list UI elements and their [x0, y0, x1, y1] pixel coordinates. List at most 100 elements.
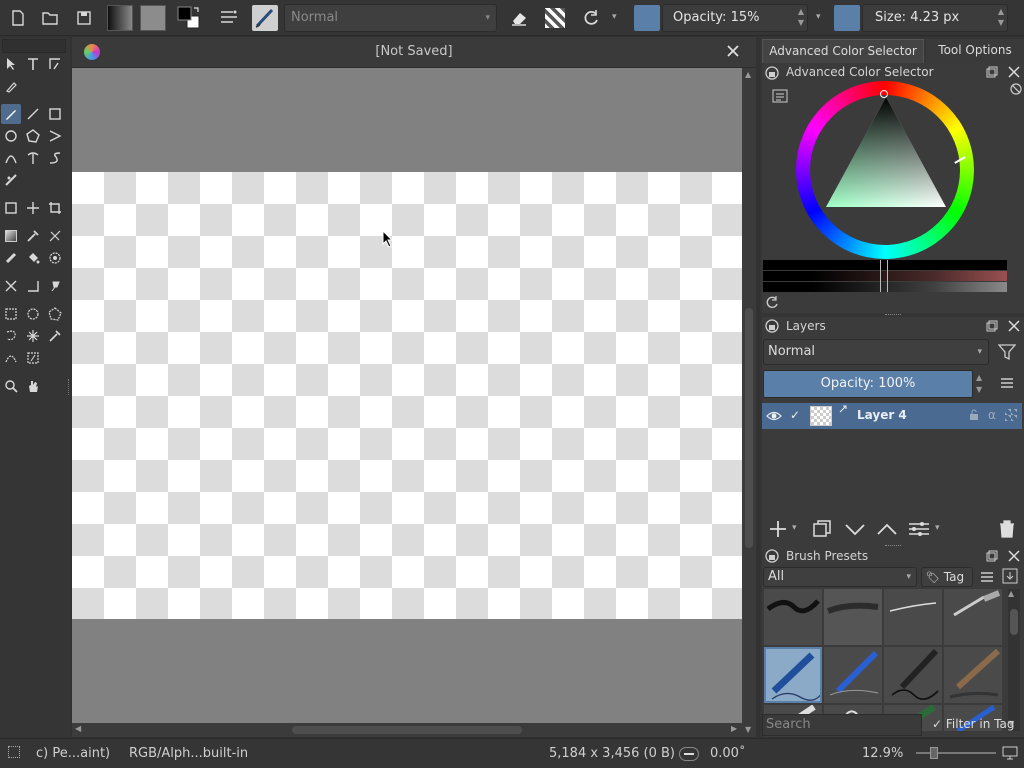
visibility-eye-icon[interactable] [766, 409, 782, 423]
new-document-icon[interactable] [4, 4, 32, 32]
lock-icon[interactable] [765, 66, 779, 80]
bezier-select-icon[interactable] [1, 348, 21, 368]
eraser-icon[interactable] [505, 4, 533, 32]
brush-preset-item-selected[interactable] [764, 647, 822, 703]
pan-tool-icon[interactable] [23, 376, 43, 396]
brush-preset-item[interactable] [944, 589, 1002, 645]
lock-icon[interactable] [765, 319, 779, 333]
layer-checkbox-icon[interactable]: ✓ [790, 408, 800, 422]
layer-properties-icon[interactable] [908, 519, 930, 539]
rect-select-icon[interactable] [1, 304, 21, 324]
close-icon[interactable] [1008, 320, 1020, 332]
selection-icon[interactable] [8, 746, 20, 758]
line-tool-icon[interactable] [23, 104, 43, 124]
refresh-icon[interactable] [765, 295, 779, 309]
zoom-slider[interactable] [916, 747, 996, 759]
chevron-down-icon[interactable]: ▾ [612, 12, 617, 22]
measure-tool-icon[interactable] [23, 276, 43, 296]
brush-preset-icon[interactable] [251, 4, 279, 32]
add-layer-icon[interactable] [768, 519, 788, 539]
chevron-down-icon[interactable]: ▾ [935, 523, 940, 533]
similar-select-icon[interactable] [45, 326, 65, 346]
reload-icon[interactable] [577, 4, 605, 32]
lock-layer-icon[interactable] [968, 409, 980, 421]
close-icon[interactable] [1008, 550, 1020, 562]
preset-menu-icon[interactable] [980, 571, 994, 583]
reference-images-icon[interactable] [45, 276, 65, 296]
brush-preset-item[interactable] [824, 647, 882, 703]
smart-patch-icon[interactable] [1, 248, 21, 268]
enclose-fill-icon[interactable] [45, 248, 65, 268]
float-panel-icon[interactable] [986, 66, 998, 78]
color-swatch[interactable] [634, 5, 660, 31]
brush-preset-item[interactable] [884, 589, 942, 645]
duplicate-layer-icon[interactable] [812, 519, 832, 539]
presets-scroll-thumb[interactable] [1010, 609, 1018, 635]
fill-tool-icon[interactable] [23, 248, 43, 268]
chevron-down-icon[interactable]: ▾ [792, 523, 797, 533]
no-color-icon[interactable] [1010, 83, 1022, 95]
fg-bg-color-icon[interactable] [175, 4, 203, 32]
tab-advanced-color-selector[interactable]: Advanced Color Selector [762, 39, 924, 63]
magnetic-select-icon[interactable] [23, 348, 43, 368]
polyline-tool-icon[interactable] [45, 126, 65, 146]
float-panel-icon[interactable] [986, 550, 998, 562]
panel-resize-handle[interactable] [885, 314, 901, 316]
ellipse-select-icon[interactable] [23, 304, 43, 324]
edit-shapes-icon[interactable] [45, 54, 65, 74]
close-icon[interactable] [1008, 66, 1020, 78]
color-swatch[interactable] [834, 5, 860, 31]
saturation-value-triangle[interactable] [818, 93, 958, 213]
horizontal-scroll-thumb[interactable] [292, 726, 522, 734]
gradient-icon[interactable] [106, 4, 134, 32]
contiguous-select-icon[interactable] [23, 326, 43, 346]
spin-arrows-icon[interactable]: ▲ ▼ [976, 372, 982, 396]
scroll-down-icon[interactable]: ▼ [745, 725, 751, 734]
gradient-tool-icon[interactable] [1, 226, 21, 246]
display-icon[interactable] [1002, 746, 1018, 760]
polygon-tool-icon[interactable] [23, 126, 43, 146]
color-picker-icon[interactable] [23, 226, 43, 246]
scroll-up-icon[interactable]: ▲ [745, 70, 751, 79]
ellipse-tool-icon[interactable] [1, 126, 21, 146]
brush-settings-icon[interactable] [215, 4, 243, 32]
rotation-icon[interactable] [679, 747, 699, 761]
bezier-tool-icon[interactable] [1, 148, 21, 168]
layer-row[interactable]: ✓ Layer 4 α [762, 403, 1022, 429]
multibrush-icon[interactable] [1, 170, 21, 190]
tag-button[interactable]: 🏷 Tag [921, 567, 973, 587]
tab-tool-options[interactable]: Tool Options [926, 39, 1024, 63]
lock-icon[interactable] [765, 549, 779, 563]
presets-scrollbar[interactable]: ▲ ▼ [1008, 589, 1020, 731]
brush-preset-item[interactable] [764, 589, 822, 645]
layer-blend-mode-select[interactable]: Normal ▾ [763, 339, 989, 365]
move-layer-up-icon[interactable] [876, 519, 898, 539]
preset-filter-select[interactable]: All ▾ [763, 567, 917, 587]
calligraphy-icon[interactable] [1, 76, 21, 96]
close-icon[interactable] [725, 43, 741, 59]
spin-arrows-icon[interactable]: ▲ ▼ [998, 6, 1004, 28]
save-icon[interactable] [70, 4, 98, 32]
alpha-lock-icon[interactable] [541, 4, 569, 32]
brush-preset-item[interactable] [824, 589, 882, 645]
settings-list-icon[interactable] [772, 89, 788, 103]
vertical-scroll-thumb[interactable] [745, 308, 753, 548]
float-panel-icon[interactable] [986, 320, 998, 332]
zoom-tool-icon[interactable] [1, 376, 21, 396]
canvas[interactable] [72, 172, 742, 619]
layer-menu-icon[interactable] [1000, 377, 1014, 389]
assistant-tool-icon[interactable] [1, 276, 21, 296]
freehand-select-icon[interactable] [1, 326, 21, 346]
colorize-mask-icon[interactable] [45, 226, 65, 246]
opacity-slider[interactable]: Opacity: 15% ▲ ▼ [662, 4, 808, 32]
transform-tool-icon[interactable] [1, 198, 21, 218]
rectangle-tool-icon[interactable] [45, 104, 65, 124]
alpha-lock-layer-icon[interactable] [1005, 409, 1017, 421]
horizontal-scrollbar[interactable]: ◀ ▶ [72, 723, 742, 737]
triangle-handle[interactable] [880, 90, 888, 98]
scroll-up-icon[interactable]: ▲ [1008, 589, 1014, 598]
layer-opacity-slider[interactable]: Opacity: 100% [763, 370, 973, 398]
open-document-icon[interactable] [36, 4, 64, 32]
text-tool-icon[interactable] [23, 54, 43, 74]
freehand-path-icon[interactable] [23, 148, 43, 168]
